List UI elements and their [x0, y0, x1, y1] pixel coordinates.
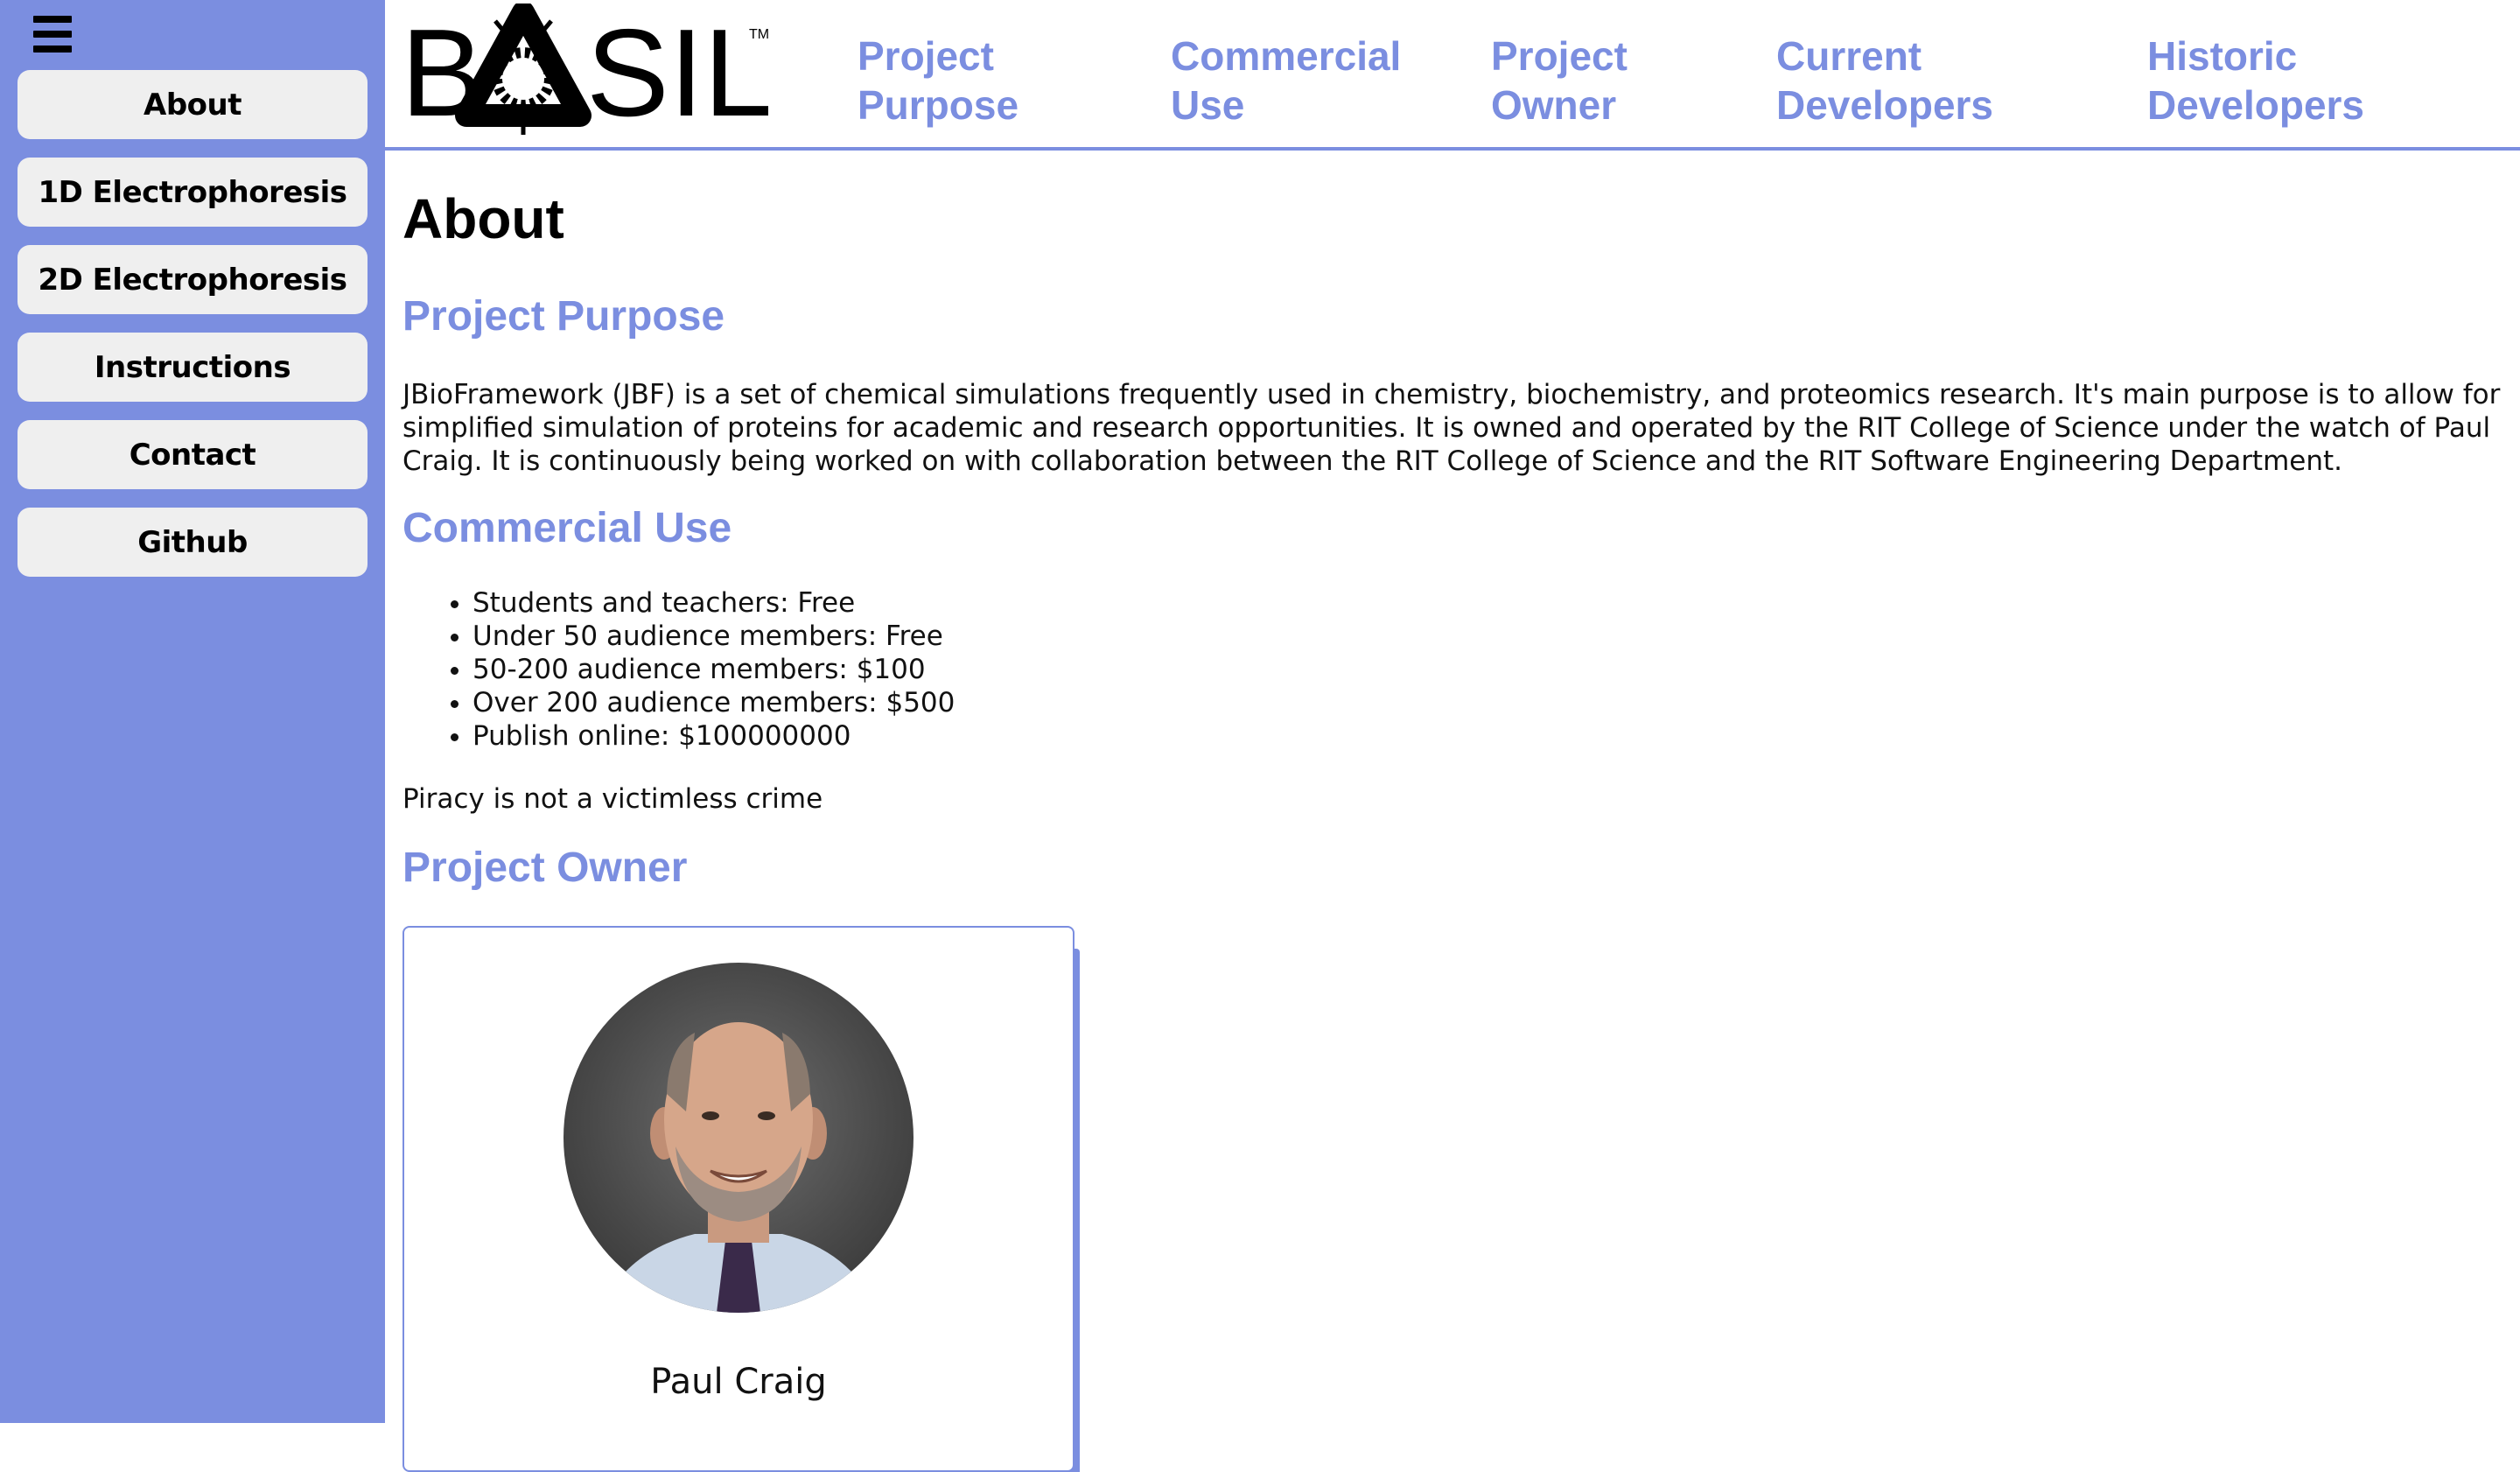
hamburger-menu-icon[interactable] [33, 16, 72, 53]
logo-letters-sil: SIL [586, 4, 768, 138]
pricing-item: Publish online: $100000000 [472, 719, 955, 753]
trademark-mark: TM [749, 27, 768, 42]
piracy-note: Piracy is not a victimless crime [402, 783, 823, 815]
nav-current-developers[interactable]: Current Developers [1776, 32, 1993, 130]
sidebar-item-github[interactable]: Github [18, 508, 368, 577]
owner-photo [564, 963, 914, 1313]
sidebar: About 1D Electrophoresis 2D Electrophore… [0, 0, 385, 1423]
section-heading-project-owner: Project Owner [402, 845, 688, 891]
nav-label-line: Owner [1491, 82, 1617, 128]
nav-label-line: Historic [2147, 33, 2298, 79]
sidebar-item-about[interactable]: About [18, 70, 368, 139]
pricing-item: 50-200 audience members: $100 [472, 653, 955, 686]
person-photo-icon [598, 1022, 878, 1313]
nav-label-line: Project [858, 33, 994, 79]
nav-label-line: Use [1171, 82, 1245, 128]
nav-label-line: Purpose [858, 82, 1019, 128]
owner-card: Paul Craig [402, 926, 1074, 1472]
pricing-list: Students and teachers: Free Under 50 aud… [402, 586, 955, 753]
nav-label-line: Project [1491, 33, 1628, 79]
basil-logo[interactable]: B SIL TM [401, 4, 768, 138]
nav-commercial-use[interactable]: Commercial Use [1171, 32, 1401, 130]
sidebar-item-1d-electrophoresis[interactable]: 1D Electrophoresis [18, 158, 368, 227]
pricing-item: Over 200 audience members: $500 [472, 686, 955, 719]
project-purpose-text: JBioFramework (JBF) is a set of chemical… [402, 379, 2501, 477]
pricing-item: Under 50 audience members: Free [472, 620, 955, 653]
section-heading-project-purpose: Project Purpose [402, 293, 725, 340]
nav-project-owner[interactable]: Project Owner [1491, 32, 1628, 130]
owner-name: Paul Craig [650, 1362, 827, 1402]
pricing-item: Students and teachers: Free [472, 586, 955, 620]
nav-label-line: Current [1776, 33, 1922, 79]
nav-label-line: Developers [1776, 82, 1994, 128]
sidebar-item-instructions[interactable]: Instructions [18, 333, 368, 402]
nav-historic-developers[interactable]: Historic Developers [2147, 32, 2364, 130]
nav-label-line: Commercial [1171, 33, 1402, 79]
top-header: B SIL TM Project Purpose Commercial Use … [385, 0, 2520, 151]
sidebar-item-contact[interactable]: Contact [18, 420, 368, 489]
nav-label-line: Developers [2147, 82, 2365, 128]
nav-project-purpose[interactable]: Project Purpose [858, 32, 1018, 130]
page-title: About [402, 187, 564, 250]
section-heading-commercial-use: Commercial Use [402, 505, 732, 551]
sidebar-item-2d-electrophoresis[interactable]: 2D Electrophoresis [18, 245, 368, 314]
